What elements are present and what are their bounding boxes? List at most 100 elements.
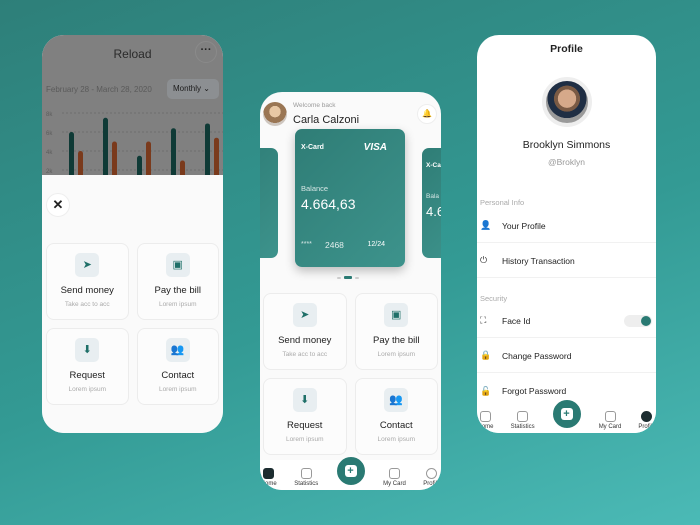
contact-card[interactable]: 👥 Contact Lorem ipsum <box>136 328 219 405</box>
card-name: X-Card <box>301 144 324 151</box>
send-icon: ➤ <box>75 253 100 277</box>
menu-your-profile[interactable]: 👤 Your Profile <box>477 209 656 243</box>
bar <box>214 137 219 175</box>
card-name: X-Ca <box>426 162 441 169</box>
contact-card[interactable]: 👥 Contact Lorem ipsum <box>354 378 438 455</box>
action-title: Pay the bill <box>154 285 201 296</box>
send-money-card[interactable]: ➤ Send money Take acc to acc <box>46 243 129 320</box>
x-card[interactable]: X-Card VISA Balance 4.664,63 **** 2468 1… <box>295 129 405 267</box>
request-card[interactable]: ⬇ Request Lorem ipsum <box>46 328 129 405</box>
action-title: Contact <box>161 370 195 381</box>
user-name: Carla Calzoni <box>293 114 360 126</box>
download-icon: ⏻ <box>480 255 488 265</box>
tab-label: Statistics <box>294 481 319 487</box>
bar-chart: 8k6k4k2k <box>46 112 223 175</box>
menu-label: Change Password <box>502 350 572 361</box>
menu-label: History Transaction <box>502 255 575 266</box>
request-icon: ⬇ <box>292 388 317 412</box>
section-security: Security <box>480 294 508 303</box>
face-id-toggle[interactable] <box>624 314 652 327</box>
lock-icon: 🔒 <box>480 350 492 360</box>
action-subtitle: Take acc to acc <box>64 301 110 308</box>
profile-avatar[interactable] <box>542 77 592 127</box>
y-tick-label: 8k <box>46 112 53 118</box>
bell-icon[interactable]: 🔔 <box>417 104 437 124</box>
request-icon: ⬇ <box>75 338 100 362</box>
card-mask: **** <box>301 241 312 248</box>
tab-my-card[interactable]: My Card <box>383 468 406 487</box>
tab-home[interactable]: Home <box>261 468 277 487</box>
action-subtitle: Lorem ipsum <box>377 351 416 358</box>
add-button[interactable]: + <box>336 457 365 485</box>
date-range: February 28 - March 28, 2020 <box>46 85 152 94</box>
bar <box>205 123 210 175</box>
bar <box>112 141 117 175</box>
menu-face-id: ⛶ Face Id <box>477 304 656 338</box>
reload-header-overlay: Reload ··· February 28 - March 28, 2020 … <box>42 35 223 175</box>
avatar[interactable] <box>263 102 287 126</box>
action-subtitle: Take acc to acc <box>282 351 328 358</box>
add-button[interactable]: + <box>552 400 581 428</box>
tab-label: Home <box>477 424 494 430</box>
action-title: Send money <box>278 335 332 346</box>
tab-statistics[interactable]: Statistics <box>294 468 318 487</box>
tab-label: Home <box>260 481 277 487</box>
bar <box>78 151 83 175</box>
action-title: Contact <box>379 420 413 431</box>
menu-label: Face Id <box>502 315 531 326</box>
tab-label: Profile <box>638 424 656 430</box>
period-select[interactable]: Monthly ⌄ <box>167 79 219 99</box>
tab-home[interactable]: Home <box>478 411 494 430</box>
action-title: Pay the bill <box>373 335 420 346</box>
balance-label: Bala <box>426 193 440 200</box>
wallet-icon: ▣ <box>384 303 409 327</box>
tab-statistics[interactable]: Statistics <box>511 411 535 430</box>
next-card[interactable]: X-Ca Bala 4.6 <box>422 148 441 258</box>
balance-value: 4.6 <box>426 204 441 219</box>
pay-bill-card[interactable]: ▣ Pay the bill Lorem ipsum <box>354 293 438 370</box>
face-id-icon: ⛶ <box>480 315 487 325</box>
request-card[interactable]: ⬇ Request Lorem ipsum <box>263 378 347 455</box>
menu-change-password[interactable]: 🔒 Change Password <box>477 339 656 373</box>
welcome-text: Welcome back <box>293 102 336 109</box>
section-personal: Personal Info <box>480 198 525 207</box>
balance-label: Balance <box>301 184 329 193</box>
action-sheet: ✕ ➤ Send money Take acc to acc ▣ Pay the bi… <box>42 175 223 433</box>
contact-icon: 👥 <box>384 388 409 412</box>
carousel-dots <box>337 276 359 279</box>
page-title: Profile <box>550 43 583 55</box>
profile-screen: Profile Brooklyn Simmons @Broklyn Person… <box>477 35 656 433</box>
bar <box>137 155 142 175</box>
action-subtitle: Lorem ipsum <box>68 386 107 393</box>
tab-profile[interactable]: Profile <box>638 411 655 430</box>
bar <box>146 141 151 175</box>
action-subtitle: Lorem ipsum <box>158 301 197 308</box>
menu-label: Your Profile <box>502 220 546 231</box>
tab-my-card[interactable]: My Card <box>599 411 621 430</box>
prev-card[interactable] <box>260 148 278 258</box>
y-tick-label: 4k <box>46 150 53 156</box>
pay-bill-card[interactable]: ▣ Pay the bill Lorem ipsum <box>136 243 219 320</box>
action-title: Request <box>287 420 323 431</box>
send-money-card[interactable]: ➤ Send money Take acc to acc <box>263 293 347 370</box>
card-icon <box>604 411 616 422</box>
wallet-icon: ▣ <box>165 253 190 277</box>
close-icon[interactable]: ✕ <box>46 193 70 217</box>
contact-icon: 👥 <box>165 338 190 362</box>
balance-value: 4.664,63 <box>301 196 356 212</box>
tab-label: Statistics <box>510 424 535 430</box>
menu-history[interactable]: ⏻ History Transaction <box>477 244 656 278</box>
send-icon: ➤ <box>292 303 317 327</box>
more-icon[interactable]: ··· <box>195 41 217 63</box>
action-title: Send money <box>60 285 114 296</box>
card-icon <box>388 468 400 479</box>
home-icon <box>263 468 275 479</box>
bar <box>171 128 176 175</box>
tab-profile[interactable]: Profile <box>423 468 440 487</box>
tab-label: Profile <box>423 481 441 487</box>
profile-name: Brooklyn Simmons <box>522 139 611 151</box>
bar <box>69 132 74 175</box>
action-subtitle: Lorem ipsum <box>285 436 324 443</box>
reload-screen: Reload ··· February 28 - March 28, 2020 … <box>42 35 223 433</box>
bar <box>180 160 185 175</box>
